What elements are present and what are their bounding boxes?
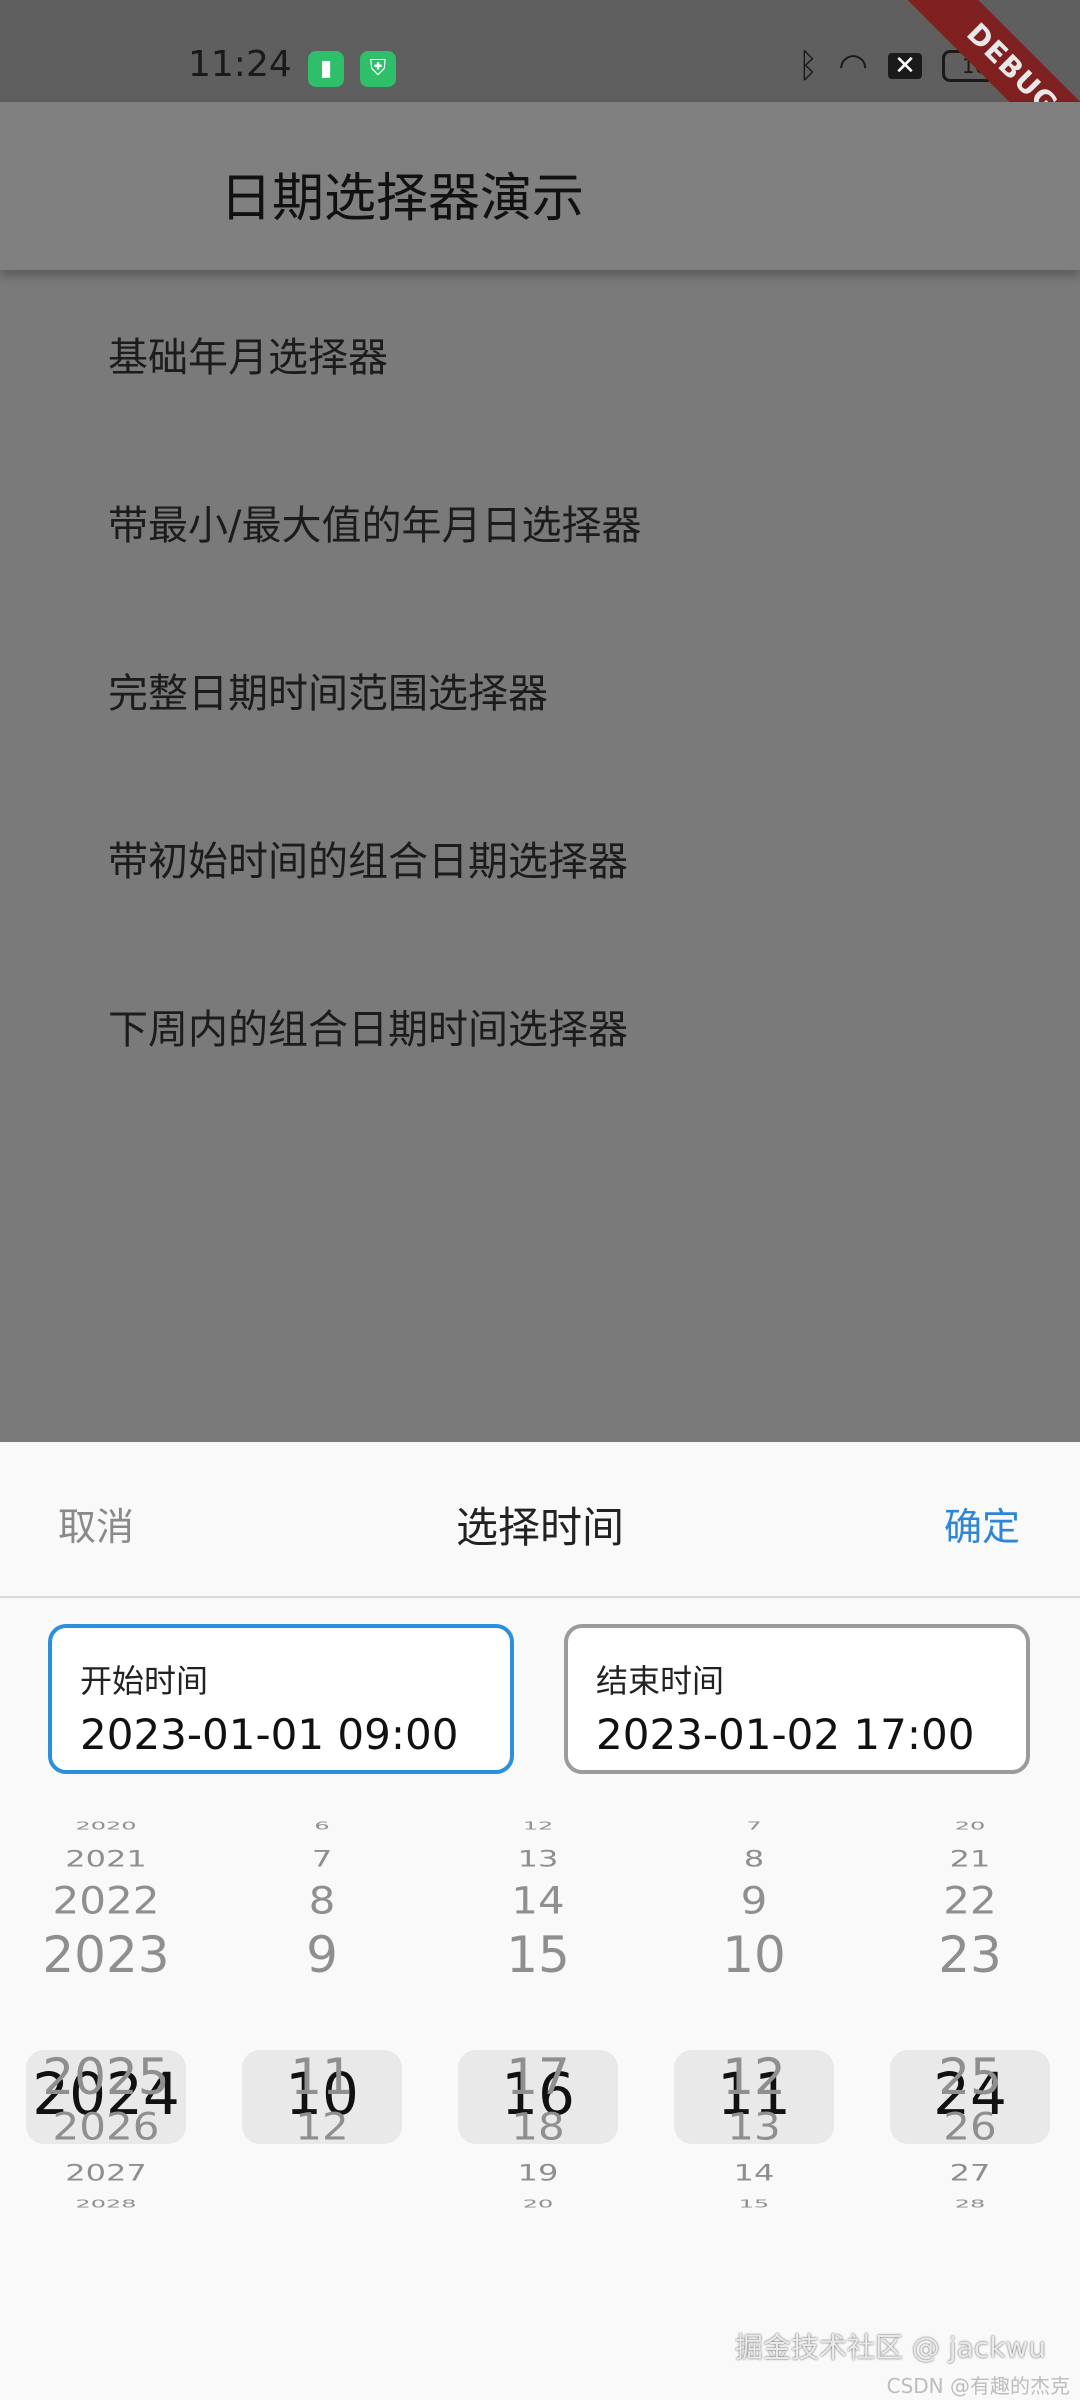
year-option[interactable]: 2022 — [26, 1878, 186, 1922]
day-option[interactable]: 18 — [458, 2104, 618, 2148]
start-time-label: 开始时间 — [80, 1662, 209, 1700]
year-wheel[interactable]: 2020 2021 2022 2023 2024 2025 2026 2027 2028 — [26, 1812, 186, 2312]
end-time-value: 2023-01-02 17:00 — [596, 1710, 975, 1759]
hour-option[interactable]: 9 — [674, 1878, 834, 1922]
hour-wheel[interactable]: 7 8 9 10 11 12 13 14 15 — [674, 1812, 834, 2312]
menu-item-initial-combined[interactable]: 带初始时间的组合日期选择器 — [0, 774, 1080, 942]
minute-wheel[interactable]: 20 21 22 23 24 25 26 27 28 — [890, 1812, 1050, 2312]
minute-option[interactable]: 22 — [890, 1878, 1050, 1922]
day-option[interactable]: 20 — [458, 2198, 618, 2211]
menu-item-min-max-date[interactable]: 带最小/最大值的年月日选择器 — [0, 438, 1080, 606]
end-time-label: 结束时间 — [596, 1662, 725, 1700]
hour-option[interactable]: 10 — [674, 1926, 834, 1984]
year-option[interactable]: 2028 — [26, 2198, 186, 2211]
menu-item-datetime-range[interactable]: 完整日期时间范围选择器 — [0, 606, 1080, 774]
minute-option[interactable]: 23 — [890, 1926, 1050, 1984]
year-option[interactable]: 2020 — [26, 1820, 186, 1833]
month-option[interactable]: 12 — [242, 2104, 402, 2148]
minute-option[interactable]: 25 — [890, 2048, 1050, 2106]
hour-option[interactable]: 15 — [674, 2198, 834, 2211]
menu-item-next-week-combined[interactable]: 下周内的组合日期时间选择器 — [0, 942, 1080, 1110]
day-option[interactable]: 14 — [458, 1878, 618, 1922]
hour-option[interactable]: 12 — [674, 2048, 834, 2106]
minute-option[interactable]: 26 — [890, 2104, 1050, 2148]
page-title: 日期选择器演示 — [220, 169, 585, 229]
no-sim-icon: ✕ — [888, 53, 922, 79]
wifi-icon: ◠ — [838, 46, 868, 86]
hour-option[interactable]: 13 — [674, 2104, 834, 2148]
day-option[interactable]: 17 — [458, 2048, 618, 2106]
confirm-button[interactable]: 确定 — [944, 1496, 1020, 1551]
year-option[interactable]: 2026 — [26, 2104, 186, 2148]
status-time: 11:24 — [188, 44, 292, 85]
day-option[interactable]: 13 — [458, 1846, 618, 1873]
watermark-csdn: CSDN @有趣的杰克 — [886, 2374, 1070, 2398]
shield-icon: ⛨ — [360, 51, 396, 87]
end-time-box[interactable]: 结束时间 2023-01-02 17:00 — [564, 1624, 1030, 1774]
status-bar: 11:24 ▮ ⛨ ᛒ ◠ ✕ 100 DEBUG — [0, 0, 1080, 179]
year-option[interactable]: 2025 — [26, 2048, 186, 2106]
minute-option[interactable]: 21 — [890, 1846, 1050, 1873]
app-bar: 日期选择器演示 — [0, 102, 1080, 270]
minute-option[interactable]: 20 — [890, 1820, 1050, 1833]
watermark: 掘金技术社区 @ jackwu — [735, 2331, 1046, 2364]
year-option[interactable]: 2023 — [26, 1926, 186, 1984]
month-option[interactable]: 9 — [242, 1926, 402, 1984]
hour-option[interactable]: 7 — [674, 1820, 834, 1833]
day-option[interactable]: 15 — [458, 1926, 618, 1984]
sheet-title: 选择时间 — [455, 1503, 624, 1552]
minute-option[interactable]: 27 — [890, 2160, 1050, 2187]
year-option[interactable]: 2027 — [26, 2160, 186, 2187]
year-option[interactable]: 2021 — [26, 1846, 186, 1873]
sheet-header: 取消 选择时间 确定 — [0, 1442, 1080, 1598]
battery-saver-icon: ▮ — [308, 51, 344, 87]
month-option[interactable]: 6 — [242, 1820, 402, 1833]
day-wheel[interactable]: 12 13 14 15 16 17 18 19 20 — [458, 1812, 618, 2312]
date-picker-sheet: 取消 选择时间 确定 开始时间 2023-01-01 09:00 结束时间 20… — [0, 1442, 1080, 2400]
menu-item-basic-year-month[interactable]: 基础年月选择器 — [0, 270, 1080, 438]
hour-option[interactable]: 14 — [674, 2160, 834, 2187]
demo-list: 基础年月选择器 带最小/最大值的年月日选择器 完整日期时间范围选择器 带初始时间… — [0, 270, 1080, 1110]
start-time-value: 2023-01-01 09:00 — [80, 1710, 459, 1759]
day-option[interactable]: 19 — [458, 2160, 618, 2187]
month-option[interactable]: 11 — [242, 2048, 402, 2106]
hour-option[interactable]: 8 — [674, 1846, 834, 1873]
bluetooth-icon: ᛒ — [797, 46, 819, 86]
month-option[interactable]: 7 — [242, 1846, 402, 1873]
month-option[interactable]: 8 — [242, 1878, 402, 1922]
month-wheel[interactable]: 6 7 8 9 10 11 12 — [242, 1812, 402, 2312]
minute-option[interactable]: 28 — [890, 2198, 1050, 2211]
start-time-box[interactable]: 开始时间 2023-01-01 09:00 — [48, 1624, 514, 1774]
wheel-picker: 2020 2021 2022 2023 2024 2025 2026 2027 2028 678… — [0, 1812, 1080, 2312]
day-option[interactable]: 12 — [458, 1820, 618, 1833]
